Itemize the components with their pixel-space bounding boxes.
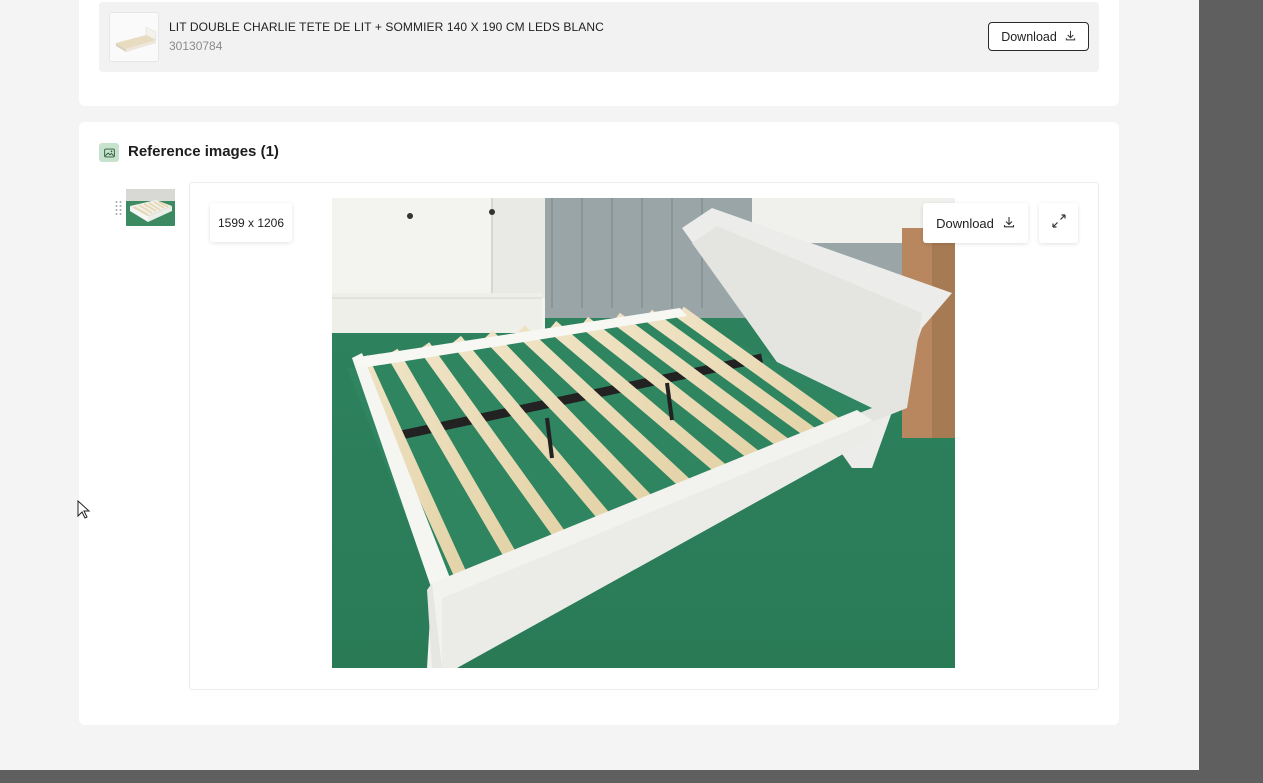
cursor-pointer-icon: [77, 499, 91, 525]
expand-icon: [1051, 213, 1067, 234]
product-thumbnail[interactable]: [109, 12, 159, 62]
reference-image-thumbnail[interactable]: [126, 189, 175, 226]
image-icon: [99, 143, 119, 162]
product-code: 30130784: [169, 39, 223, 53]
modal-overlay-right: [1199, 0, 1263, 783]
download-button-label: Download: [1001, 29, 1057, 44]
download-image-label: Download: [936, 215, 994, 231]
modal-overlay-bottom: [0, 770, 1199, 783]
drag-handle-icon[interactable]: [114, 200, 124, 216]
download-image-button[interactable]: Download: [923, 203, 1028, 243]
reference-image[interactable]: [332, 198, 955, 668]
expand-image-button[interactable]: [1039, 203, 1078, 243]
reference-images-card: Reference images (1) 1599 x 1206 Downloa…: [79, 122, 1119, 725]
image-viewer: 1599 x 1206 Download: [189, 182, 1099, 690]
product-name: LIT DOUBLE CHARLIE TETE DE LIT + SOMMIER…: [169, 20, 604, 34]
download-icon: [1003, 216, 1015, 231]
section-title: Reference images (1): [128, 143, 279, 160]
product-file-card: LIT DOUBLE CHARLIE TETE DE LIT + SOMMIER…: [79, 0, 1119, 106]
file-row: LIT DOUBLE CHARLIE TETE DE LIT + SOMMIER…: [99, 2, 1099, 72]
download-file-button[interactable]: Download: [988, 22, 1089, 51]
image-dimensions-badge: 1599 x 1206: [210, 203, 292, 242]
modal-panel: LIT DOUBLE CHARLIE TETE DE LIT + SOMMIER…: [0, 0, 1199, 770]
download-icon: [1065, 30, 1076, 44]
